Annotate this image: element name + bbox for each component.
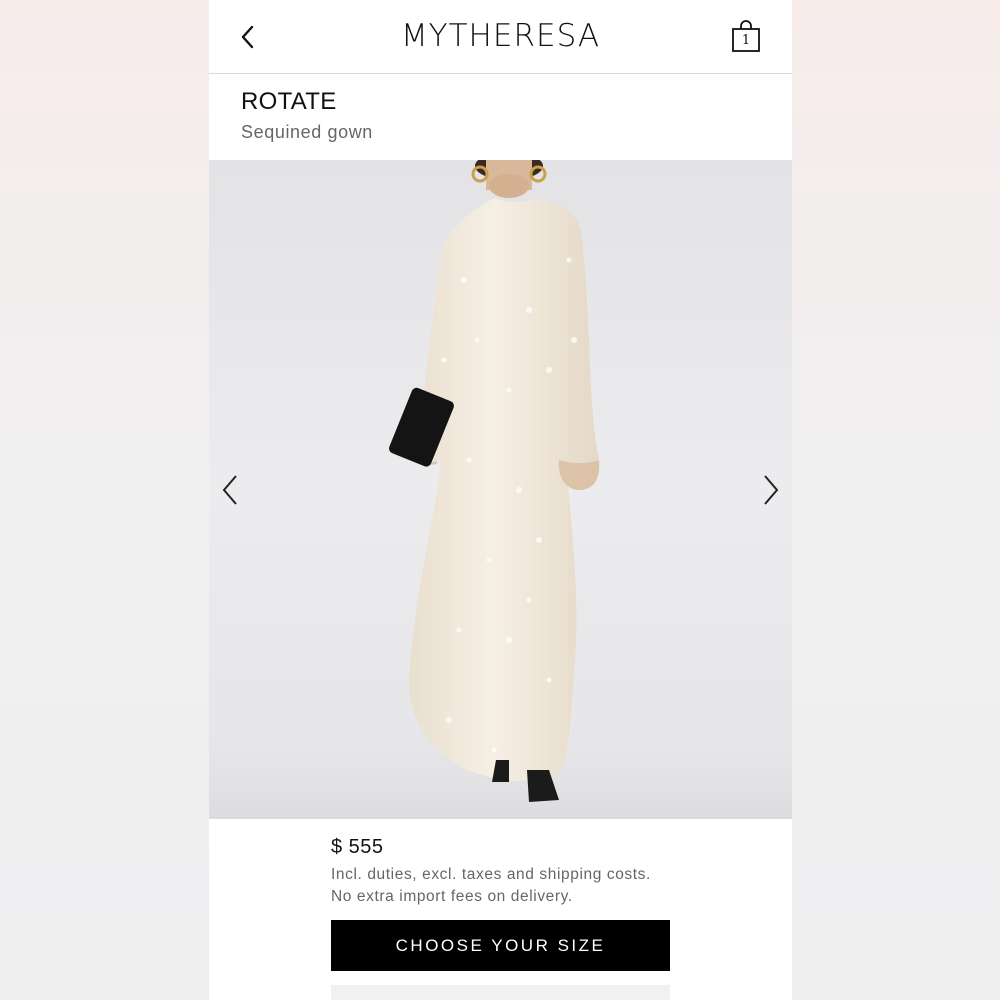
next-image-button[interactable] — [756, 470, 786, 510]
chevron-left-icon — [222, 475, 237, 505]
product-price: $ 555 — [331, 836, 384, 858]
background-blur-right — [792, 0, 1000, 1000]
product-image-gallery[interactable] — [209, 160, 792, 819]
bag-count-badge: 1 — [741, 33, 751, 48]
product-name: Sequined gown — [241, 122, 373, 142]
price-note-line-2: No extra import fees on delivery. — [331, 888, 573, 905]
brand-logo[interactable]: MYTHERESA — [209, 18, 792, 54]
price-note: Incl. duties, excl. taxes and shipping c… — [331, 864, 681, 908]
background-blur-left — [0, 0, 209, 1000]
price-block: $ 555 Incl. duties, excl. taxes and ship… — [331, 836, 681, 908]
shopping-bag-button[interactable]: 1 — [730, 20, 762, 54]
price-note-line-1: Incl. duties, excl. taxes and shipping c… — [331, 866, 651, 883]
previous-image-button[interactable] — [215, 470, 245, 510]
app-screen: MYTHERESA 1 ROTATE Sequined gown $ 555 I… — [209, 0, 792, 1000]
chevron-right-icon — [764, 475, 779, 505]
secondary-button-partial[interactable] — [331, 985, 670, 1000]
product-title-block: ROTATE Sequined gown — [241, 88, 373, 143]
product-brand[interactable]: ROTATE — [241, 88, 373, 116]
top-navigation-bar: MYTHERESA 1 — [209, 0, 792, 74]
product-image — [209, 160, 792, 819]
choose-size-button[interactable]: CHOOSE YOUR SIZE — [331, 920, 670, 971]
